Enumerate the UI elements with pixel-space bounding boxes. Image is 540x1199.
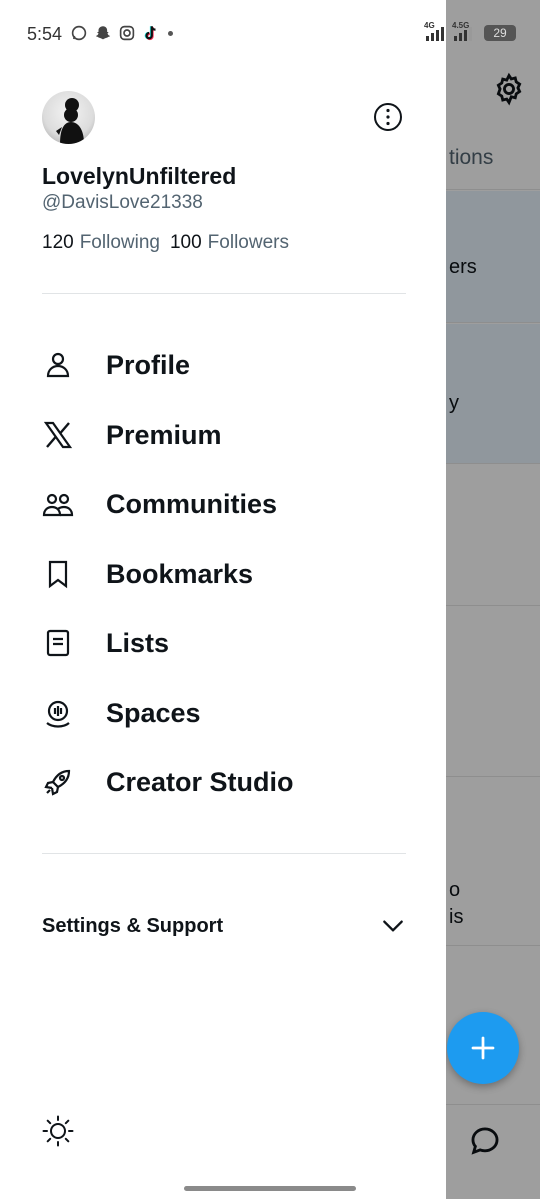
- avatar-silhouette-icon: [56, 98, 84, 144]
- followers-count[interactable]: 100: [170, 232, 202, 254]
- home-indicator[interactable]: [184, 1186, 356, 1191]
- menu-item-bookmarks[interactable]: Bookmarks: [42, 549, 422, 599]
- user-handle: @DavisLove21338: [42, 192, 203, 213]
- communities-icon: [42, 493, 74, 517]
- menu-item-label: Bookmarks: [106, 558, 254, 589]
- system-indicators: 4G 4.5G 29: [424, 21, 516, 42]
- divider: [42, 293, 406, 294]
- menu-item-label: Creator Studio: [106, 766, 294, 797]
- settings-support-toggle[interactable]: Settings & Support: [42, 908, 406, 944]
- compose-button[interactable]: [447, 1012, 519, 1084]
- display-theme-icon[interactable]: [41, 1114, 75, 1148]
- menu-item-label: Spaces: [106, 697, 201, 728]
- more-notifications-dot: [168, 30, 173, 36]
- menu-item-label: Communities: [106, 488, 278, 519]
- menu-item-spaces[interactable]: Spaces: [42, 688, 422, 738]
- signal-icon: 4G: [424, 21, 446, 42]
- follow-stats: 120 Following 100 Followers: [42, 232, 293, 254]
- menu-item-label: Profile: [106, 349, 191, 380]
- more-options-icon[interactable]: [372, 101, 404, 133]
- avatar[interactable]: [42, 91, 95, 144]
- menu-item-creator-studio[interactable]: Creator Studio: [42, 757, 422, 807]
- display-name[interactable]: LovelynUnfiltered: [42, 163, 236, 190]
- instagram-icon: [119, 25, 135, 41]
- menu-item-communities[interactable]: Communities: [42, 479, 422, 529]
- settings-support-label: Settings & Support: [42, 914, 224, 937]
- menu-item-lists[interactable]: Lists: [42, 618, 422, 668]
- menu-item-label: Lists: [106, 627, 170, 658]
- menu-item-profile[interactable]: Profile: [42, 340, 422, 390]
- battery-icon: 29: [484, 25, 516, 41]
- x-logo-icon: [43, 421, 73, 449]
- status-bar: 5:54 4G 4.5G 29: [0, 0, 540, 64]
- divider: [42, 853, 406, 854]
- tiktok-icon: [144, 26, 156, 41]
- status-time: 5:54: [27, 24, 63, 44]
- whatsapp-icon: [71, 25, 87, 41]
- plus-icon: [471, 1036, 495, 1060]
- network-type-1: 4G: [424, 21, 435, 30]
- spaces-icon: [46, 700, 70, 728]
- network-type-2: 4.5G: [452, 21, 470, 30]
- following-count[interactable]: 120: [42, 232, 74, 254]
- menu-item-label: Premium: [106, 419, 222, 450]
- bookmark-icon: [48, 560, 68, 589]
- chevron-down-icon: [383, 920, 403, 932]
- signal-icon: 4.5G: [452, 21, 474, 42]
- notification-icons: [70, 24, 173, 42]
- menu-item-premium[interactable]: Premium: [42, 410, 422, 460]
- list-icon: [46, 629, 70, 657]
- person-icon: [46, 352, 70, 378]
- rocket-icon: [44, 769, 71, 796]
- following-label[interactable]: Following: [80, 232, 160, 254]
- snapchat-icon: [95, 26, 111, 40]
- navigation-drawer: LovelynUnfiltered @DavisLove21338 120 Fo…: [0, 0, 446, 1199]
- followers-label[interactable]: Followers: [208, 232, 289, 254]
